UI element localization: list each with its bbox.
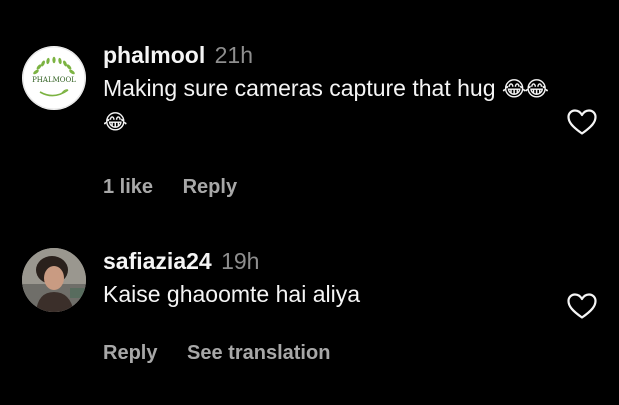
- profile-photo: [22, 248, 86, 312]
- comment-body: safiazia24 19h Kaise ghaoomte hai aliya: [103, 246, 553, 310]
- reply-button[interactable]: Reply: [183, 176, 237, 198]
- comment-body: phalmool 21h Making sure cameras capture…: [103, 40, 553, 138]
- avatar-logo-text: PHALMOOL: [32, 76, 76, 84]
- comment-header: phalmool 21h: [103, 40, 553, 70]
- comment-actions: 1 like Reply: [103, 176, 237, 199]
- avatar[interactable]: [22, 248, 86, 312]
- username[interactable]: phalmool: [103, 42, 205, 68]
- username[interactable]: safiazia24: [103, 248, 212, 274]
- comment-text-content: Making sure cameras capture that hug: [103, 75, 496, 101]
- see-translation-button[interactable]: See translation: [187, 342, 330, 364]
- phalmool-logo: PHALMOOL: [22, 46, 86, 110]
- likes-count[interactable]: 1 like: [103, 176, 153, 198]
- comment-text-content: Kaise ghaoomte hai aliya: [103, 281, 360, 307]
- timestamp: 19h: [221, 248, 260, 274]
- comment-text: Making sure cameras capture that hug 😂😂😂: [103, 72, 553, 138]
- reply-button[interactable]: Reply: [103, 342, 157, 364]
- timestamp: 21h: [214, 42, 253, 68]
- heart-outline-icon[interactable]: [566, 292, 598, 320]
- comment-text: Kaise ghaoomte hai aliya: [103, 278, 553, 310]
- comment-header: safiazia24 19h: [103, 246, 553, 276]
- heart-outline-icon[interactable]: [566, 108, 598, 136]
- comment-actions: Reply See translation: [103, 342, 330, 365]
- avatar[interactable]: PHALMOOL: [22, 46, 86, 110]
